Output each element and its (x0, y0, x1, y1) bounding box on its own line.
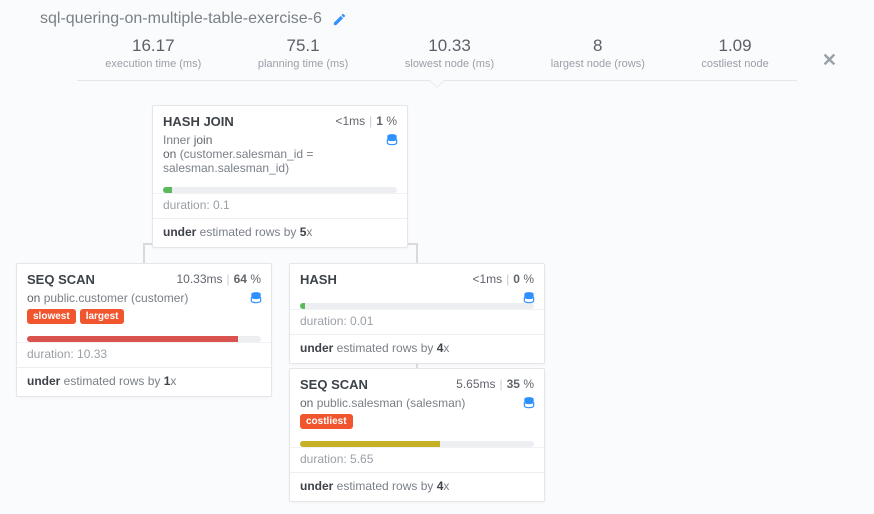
node-hash[interactable]: HASH <1ms|0 % duration: 0.01 under estim… (289, 263, 545, 364)
page-title: sql-quering-on-multiple-table-exercise-6 (0, 0, 874, 28)
database-icon (522, 396, 536, 410)
stat-value: 16.17 (105, 36, 201, 56)
estimate-line: under estimated rows by 4x (290, 472, 544, 501)
node-stats: <1ms|0 % (472, 272, 534, 287)
node-stats: 10.33ms|64 % (176, 272, 261, 287)
database-icon (522, 291, 536, 305)
stat-label: slowest node (ms) (405, 58, 494, 70)
tags: costliest (300, 414, 534, 429)
stats-bar: 16.17 execution time (ms) 75.1 planning … (77, 36, 797, 81)
connector (143, 243, 145, 263)
estimate-line: under estimated rows by 4x (290, 334, 544, 363)
stat-costliest: 1.09 costliest node (701, 36, 768, 70)
node-seq-scan-salesman[interactable]: SEQ SCAN 5.65ms|35 % on public.salesman … (289, 368, 545, 502)
node-title: SEQ SCAN (300, 377, 368, 392)
estimate-line: under estimated rows by 1x (17, 367, 271, 396)
node-body: Inner join on (customer.salesman_id = sa… (153, 131, 407, 183)
tag-slowest: slowest (27, 309, 76, 324)
stat-value: 75.1 (258, 36, 348, 56)
stat-exec-time: 16.17 execution time (ms) (105, 36, 201, 70)
duration-line: duration: 5.65 (290, 447, 544, 472)
node-hash-join[interactable]: HASH JOIN <1ms|1 % Inner join on (custom… (152, 105, 408, 248)
node-body: on public.salesman (salesman) costliest (290, 394, 544, 437)
connector (416, 243, 418, 263)
node-seq-scan-customer[interactable]: SEQ SCAN 10.33ms|64 % on public.customer… (16, 263, 272, 397)
node-stats: <1ms|1 % (335, 114, 397, 129)
stat-label: planning time (ms) (258, 58, 348, 70)
duration-line: duration: 10.33 (17, 342, 271, 367)
stat-value: 10.33 (405, 36, 494, 56)
edit-icon[interactable] (332, 12, 347, 27)
node-title: HASH JOIN (163, 114, 234, 129)
tags: slowest largest (27, 309, 261, 324)
database-icon (385, 133, 399, 147)
node-body: on public.customer (customer) slowest la… (17, 289, 271, 332)
stat-value: 8 (551, 36, 645, 56)
stat-plan-time: 75.1 planning time (ms) (258, 36, 348, 70)
plan-tree: HASH JOIN <1ms|1 % Inner join on (custom… (0, 105, 874, 505)
stat-largest: 8 largest node (rows) (551, 36, 645, 70)
stat-label: costliest node (701, 58, 768, 70)
node-title: HASH (300, 272, 337, 287)
tag-costliest: costliest (300, 414, 353, 429)
estimate-line: under estimated rows by 5x (153, 218, 407, 247)
database-icon (249, 291, 263, 305)
node-body (290, 289, 544, 299)
plan-name: sql-quering-on-multiple-table-exercise-6 (40, 10, 322, 28)
pointer-down-icon (429, 80, 445, 88)
stat-slowest: 10.33 slowest node (ms) (405, 36, 494, 70)
node-title: SEQ SCAN (27, 272, 95, 287)
node-stats: 5.65ms|35 % (456, 377, 534, 392)
duration-line: duration: 0.01 (290, 309, 544, 334)
stat-value: 1.09 (701, 36, 768, 56)
duration-line: duration: 0.1 (153, 193, 407, 218)
tag-largest: largest (80, 309, 125, 324)
stat-label: largest node (rows) (551, 58, 645, 70)
close-icon[interactable]: ✕ (822, 50, 837, 71)
stat-label: execution time (ms) (105, 58, 201, 70)
